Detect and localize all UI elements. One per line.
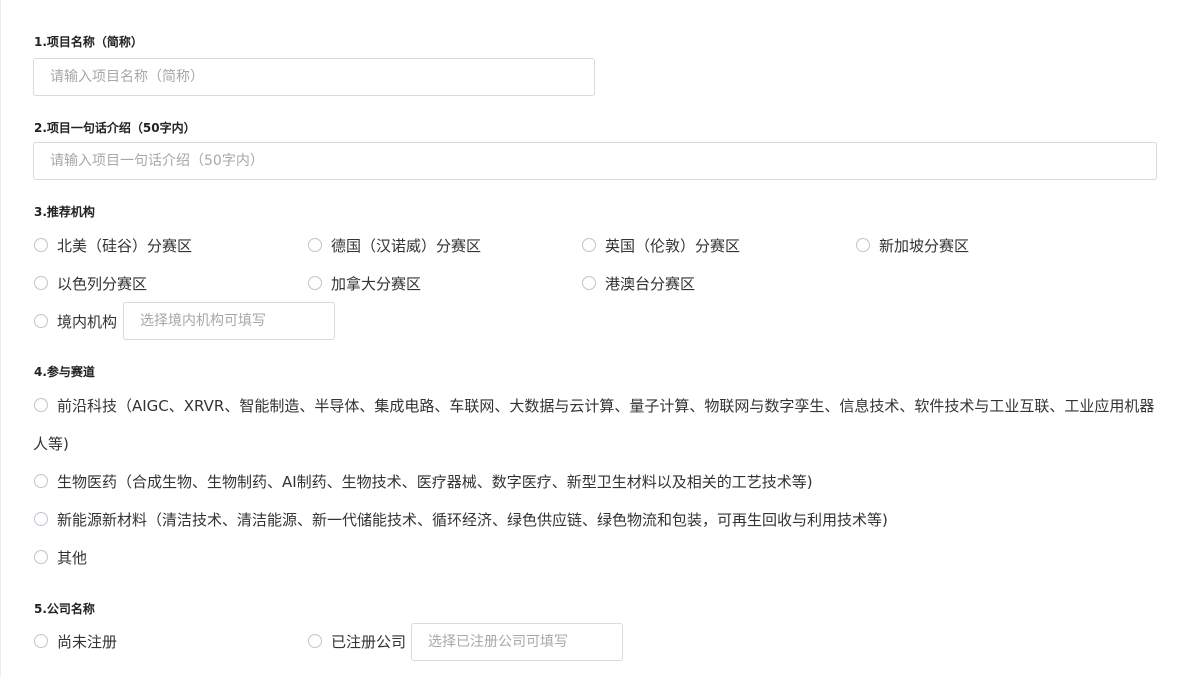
org-option-israel[interactable]: 以色列分赛区: [34, 271, 147, 295]
option-label: 尚未注册: [57, 632, 118, 651]
radio-circle-icon: [582, 238, 596, 252]
radio-circle-icon: [34, 634, 48, 648]
track-option-biomedicine[interactable]: 生物医药（合成生物、生物制药、AI制药、生物技术、医疗器械、数字医疗、新型卫生材…: [34, 469, 813, 493]
org-option-singapore[interactable]: 新加坡分赛区: [856, 233, 969, 257]
radio-circle-icon: [34, 238, 48, 252]
registered-company-input[interactable]: 选择已注册公司可填写: [411, 623, 623, 661]
company-option-registered[interactable]: 已注册公司: [308, 629, 406, 653]
option-label: 前沿科技（AIGC、XRVR、智能制造、半导体、集成电路、车联网、大数据与云计算…: [57, 396, 1155, 415]
option-label: 英国（伦敦）分赛区: [605, 236, 741, 255]
org-option-north-america[interactable]: 北美（硅谷）分赛区: [34, 233, 192, 257]
recommend-org-label: 3.推荐机构: [34, 205, 95, 219]
radio-circle-icon: [34, 550, 48, 564]
company-name-label: 5.公司名称: [34, 602, 95, 616]
org-option-germany[interactable]: 德国（汉诺威）分赛区: [308, 233, 481, 257]
left-border: [0, 0, 1, 677]
radio-circle-icon: [856, 238, 870, 252]
radio-circle-icon: [34, 474, 48, 488]
radio-circle-icon: [308, 276, 322, 290]
project-intro-label: 2.项目一句话介绍（50字内）: [34, 121, 196, 135]
project-name-input[interactable]: 请输入项目名称（简称）: [33, 58, 595, 96]
option-label: 境内机构: [57, 312, 118, 331]
radio-circle-icon: [34, 512, 48, 526]
option-label: 德国（汉诺威）分赛区: [331, 236, 482, 255]
option-label: 北美（硅谷）分赛区: [57, 236, 193, 255]
radio-circle-icon: [34, 276, 48, 290]
radio-circle-icon: [308, 634, 322, 648]
radio-circle-icon: [582, 276, 596, 290]
track-label: 4.参与赛道: [34, 365, 95, 379]
option-label: 生物医药（合成生物、生物制药、AI制药、生物技术、医疗器械、数字医疗、新型卫生材…: [57, 472, 813, 491]
org-option-canada[interactable]: 加拿大分赛区: [308, 271, 421, 295]
radio-circle-icon: [308, 238, 322, 252]
option-label: 已注册公司: [331, 632, 407, 651]
track-option-other[interactable]: 其他: [34, 545, 87, 569]
option-label: 其他: [57, 548, 88, 567]
project-name-label: 1.项目名称（简称）: [34, 35, 143, 49]
project-intro-input[interactable]: 请输入项目一句话介绍（50字内）: [33, 142, 1157, 180]
org-option-domestic[interactable]: 境内机构: [34, 309, 117, 333]
track-option-new-energy[interactable]: 新能源新材料（清洁技术、清洁能源、新一代储能技术、循环经济、绿色供应链、绿色物流…: [34, 507, 888, 531]
track-option-frontier-tech-wrap: 人等): [33, 435, 69, 453]
option-label: 以色列分赛区: [57, 274, 148, 293]
company-option-unregistered[interactable]: 尚未注册: [34, 629, 117, 653]
radio-circle-icon: [34, 314, 48, 328]
option-label: 港澳台分赛区: [605, 274, 696, 293]
option-label: 加拿大分赛区: [331, 274, 422, 293]
radio-circle-icon: [34, 398, 48, 412]
option-label: 新加坡分赛区: [879, 236, 970, 255]
option-label: 新能源新材料（清洁技术、清洁能源、新一代储能技术、循环经济、绿色供应链、绿色物流…: [57, 510, 888, 529]
org-option-hk-macao-taiwan[interactable]: 港澳台分赛区: [582, 271, 695, 295]
track-option-frontier-tech[interactable]: 前沿科技（AIGC、XRVR、智能制造、半导体、集成电路、车联网、大数据与云计算…: [34, 393, 1154, 417]
domestic-org-input[interactable]: 选择境内机构可填写: [123, 302, 335, 340]
org-option-uk[interactable]: 英国（伦敦）分赛区: [582, 233, 740, 257]
